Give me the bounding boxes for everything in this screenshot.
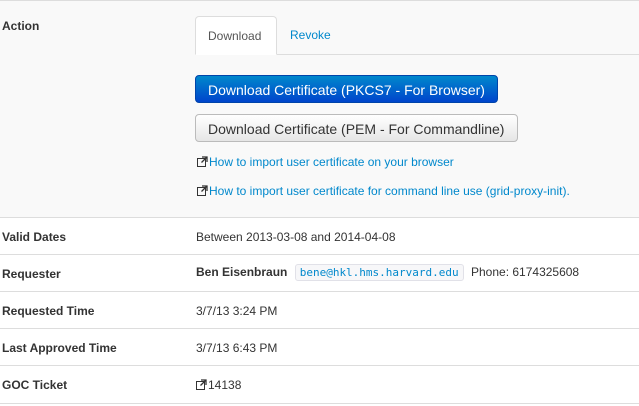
browser-import-help-link[interactable]: How to import user certificate on your b… bbox=[197, 155, 454, 169]
last-approved-time-row: Last Approved Time 3/7/13 6:43 PM bbox=[0, 328, 639, 366]
action-label: Action bbox=[2, 19, 40, 33]
goc-ticket-row: GOC Ticket 14138 bbox=[0, 365, 639, 404]
external-link-icon bbox=[196, 379, 207, 390]
download-pem-button[interactable]: Download Certificate (PEM - For Commandl… bbox=[195, 114, 518, 142]
download-pkcs7-button[interactable]: Download Certificate (PKCS7 - For Browse… bbox=[195, 75, 498, 103]
goc-ticket-link[interactable]: 14138 bbox=[196, 378, 241, 392]
goc-ticket-number: 14138 bbox=[208, 378, 242, 392]
requested-time-value: 3/7/13 3:24 PM bbox=[196, 304, 278, 318]
requester-label: Requester bbox=[2, 267, 61, 281]
requester-name: Ben Eisenbraun bbox=[196, 265, 288, 279]
requester-row: Requester Ben Eisenbraun bene@hkl.hms.ha… bbox=[0, 254, 639, 292]
cmdline-import-help-text: How to import user certificate for comma… bbox=[209, 184, 570, 198]
last-approved-time-label: Last Approved Time bbox=[2, 341, 117, 355]
valid-dates-label: Valid Dates bbox=[2, 230, 67, 244]
requester-phone: Phone: 6174325608 bbox=[471, 265, 580, 279]
tab-revoke[interactable]: Revoke bbox=[278, 16, 343, 54]
external-link-icon bbox=[197, 156, 208, 167]
requested-time-label: Requested Time bbox=[2, 304, 95, 318]
requested-time-row: Requested Time 3/7/13 3:24 PM bbox=[0, 291, 639, 329]
action-row: Action Download Revoke Download Certific… bbox=[0, 0, 639, 218]
last-approved-time-value: 3/7/13 6:43 PM bbox=[196, 341, 278, 355]
action-tabs: Download Revoke bbox=[195, 16, 639, 55]
requester-email[interactable]: bene@hkl.hms.harvard.edu bbox=[294, 264, 464, 281]
external-link-icon bbox=[197, 185, 208, 196]
browser-import-help-text: How to import user certificate on your b… bbox=[209, 155, 454, 169]
requester-value: Ben Eisenbraun bene@hkl.hms.harvard.edu … bbox=[196, 264, 579, 281]
tab-download[interactable]: Download bbox=[195, 16, 277, 55]
valid-dates-value: Between 2013-03-08 and 2014-04-08 bbox=[196, 230, 396, 244]
cmdline-import-help-link[interactable]: How to import user certificate for comma… bbox=[197, 184, 570, 198]
valid-dates-row: Valid Dates Between 2013-03-08 and 2014-… bbox=[0, 217, 639, 255]
goc-ticket-label: GOC Ticket bbox=[2, 378, 68, 392]
